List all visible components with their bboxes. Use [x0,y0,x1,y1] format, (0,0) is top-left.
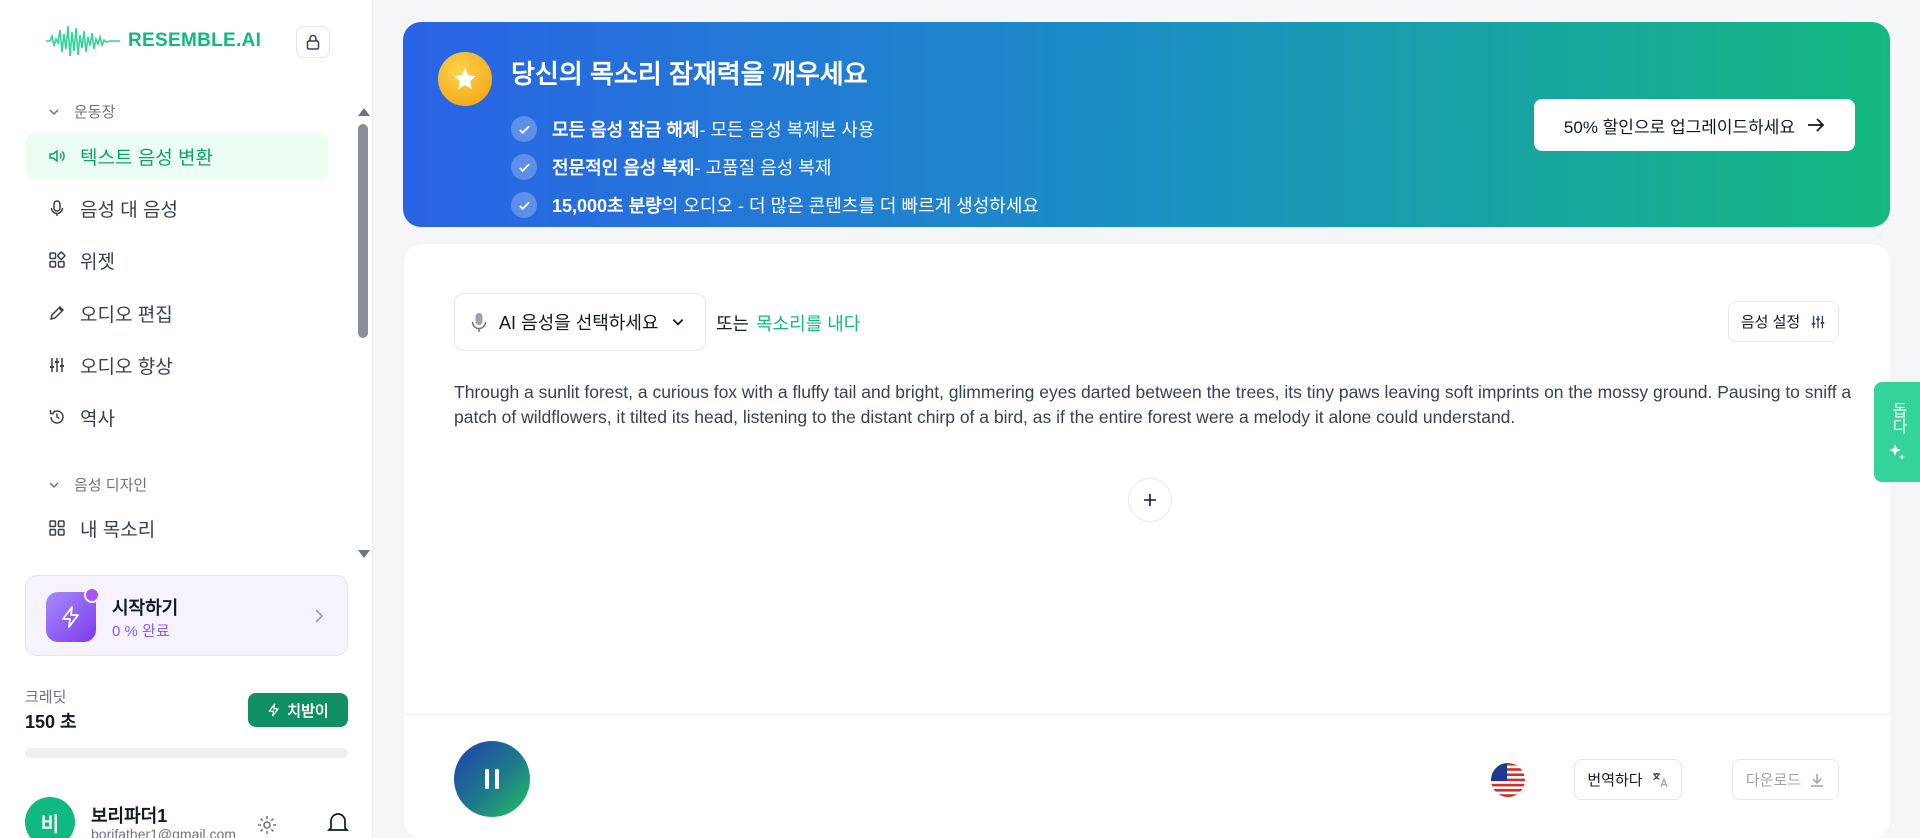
sliders-icon [1811,315,1825,328]
sidebar-item-label: 오디오 편집 [80,304,173,326]
sidebar-item-history[interactable]: 역사 [26,393,328,441]
sidebar-item-my-voices[interactable]: 내 목소리 [26,504,328,552]
feature-bold: 전문적인 음성 복제 [552,158,695,178]
translate-button[interactable]: 번역하다 [1574,759,1682,800]
scroll-up-arrow-icon[interactable] [358,108,370,116]
brand-name: RESEMBLE.AI [128,30,262,51]
gear-icon[interactable] [256,814,278,836]
section-label: 운동장 [74,104,116,121]
download-button[interactable]: 다운로드 [1732,759,1839,800]
upgrade-banner: 당신의 목소리 잠재력을 깨우세요 모든 음성 잠금 해제 - 모든 음성 복제… [403,22,1890,227]
banner-title: 당신의 목소리 잠재력을 깨우세요 [511,59,868,89]
feature-rest: - 모든 음성 복제본 사용 [699,120,875,140]
lock-icon [306,34,320,50]
grid-icon [48,519,66,537]
banner-feature: 15,000초 분량 의 오디오 - 더 많은 콘텐츠를 더 빠르게 생성하세요 [511,192,1039,218]
help-tab-label: 돕다 [1889,402,1906,434]
pause-icon [485,769,499,789]
sidebar-item-label: 텍스트 음성 변환 [80,147,213,169]
sidebar: RESEMBLE.AI 운동장 텍스트 음성 변환 음성 대 음성 위젯 오디오… [0,0,373,838]
history-icon [48,408,66,426]
sidebar-item-speech-to-speech[interactable]: 음성 대 음성 [26,184,328,232]
section-label: 음성 디자인 [74,477,148,494]
sidebar-scrollbar[interactable] [356,108,370,558]
sidebar-item-label: 음성 대 음성 [80,199,178,221]
sliders-icon [48,356,66,374]
sidebar-item-audio-edit[interactable]: 오디오 편집 [26,289,328,337]
feature-rest: 의 오디오 - 더 많은 콘텐츠를 더 빠르게 생성하세요 [661,196,1039,216]
credits-progress-bar [25,748,348,758]
banner-feature: 모든 음성 잠금 해제 - 모든 음성 복제본 사용 [511,116,875,142]
sidebar-item-text-to-speech[interactable]: 텍스트 음성 변환 [26,132,328,180]
microphone-icon [48,199,66,217]
arrow-right-icon [1808,118,1825,132]
check-icon [511,192,537,218]
top-up-button[interactable]: 치받이 [248,693,348,727]
user-name: 보리파더1 [91,806,168,826]
or-text: 또는 [716,314,750,334]
feature-bold: 15,000초 분량 [552,196,662,216]
translate-icon [1652,772,1668,787]
pencil-icon [48,304,66,322]
microphone-icon [469,311,489,333]
sidebar-item-label: 역사 [80,408,115,430]
getting-started-card[interactable]: 시작하기 0 % 완료 [25,575,348,656]
download-label: 다운로드 [1745,772,1802,789]
check-icon [511,154,537,180]
voice-select-label: AI 음성을 선택하세요 [499,313,659,333]
pause-button[interactable] [454,741,530,817]
notification-dot [84,587,100,603]
star-icon [438,52,492,106]
chevron-down-icon [671,315,685,329]
sidebar-item-label: 오디오 향상 [80,356,173,378]
chevron-down-icon [49,108,59,115]
download-icon [1811,773,1824,787]
upgrade-label: 50% 할인으로 업그레이드하세요 [1563,117,1796,137]
sidebar-item-label: 위젯 [80,251,115,273]
sidebar-item-label: 내 목소리 [80,519,156,541]
editor-card: AI 음성을 선택하세요 또는 목소리를 내다 음성 설정 Through a … [404,244,1890,838]
voice-settings-button[interactable]: 음성 설정 [1728,301,1839,342]
player-bar: 번역하다 다운로드 [404,714,1890,838]
credits-value: 150 초 [25,712,77,732]
section-toggle-voice-design[interactable]: 음성 디자인 [48,474,147,495]
help-tab[interactable]: 돕다 [1874,382,1920,482]
widgets-icon [48,251,66,269]
top-up-label: 치받이 [287,702,329,720]
lightning-icon [268,703,280,717]
waveform-logo-icon [46,25,120,57]
check-icon [511,116,537,142]
feature-rest: - 고품질 음성 복제 [694,158,832,178]
avatar[interactable]: 비 [25,797,75,838]
sidebar-item-widgets[interactable]: 위젯 [26,236,328,284]
translate-label: 번역하다 [1587,772,1643,789]
voice-settings-label: 음성 설정 [1740,314,1801,331]
sparkle-icon [1889,444,1905,460]
lock-sidebar-button[interactable] [296,26,330,58]
credits-label: 크레딧 [25,689,67,706]
scroll-down-arrow-icon[interactable] [358,550,370,558]
banner-feature: 전문적인 음성 복제 - 고품질 음성 복제 [511,154,831,180]
voice-select-dropdown[interactable]: AI 음성을 선택하세요 [454,293,706,351]
logo[interactable]: RESEMBLE.AI [46,22,261,60]
section-toggle-workspace[interactable]: 운동장 [48,101,115,122]
upgrade-button[interactable]: 50% 할인으로 업그레이드하세요 [1534,99,1855,151]
user-email: borifather1@gmail.com [91,826,236,838]
feature-bold: 모든 음성 잠금 해제 [552,120,700,140]
speaker-icon [48,147,66,165]
getting-started-progress: 0 % 완료 [112,623,170,640]
scrollbar-thumb[interactable] [358,124,368,338]
chevron-right-icon [315,609,324,623]
bell-icon[interactable] [326,810,350,836]
sidebar-item-audio-enhance[interactable]: 오디오 향상 [26,341,328,389]
us-flag-icon[interactable] [1491,763,1525,797]
plus-icon [1144,494,1156,506]
clone-voice-link[interactable]: 목소리를 내다 [756,310,860,336]
script-text-area[interactable]: Through a sunlit forest, a curious fox w… [454,380,1854,430]
add-block-button[interactable] [1128,478,1172,522]
getting-started-title: 시작하기 [112,598,179,618]
chevron-down-icon [49,481,59,488]
